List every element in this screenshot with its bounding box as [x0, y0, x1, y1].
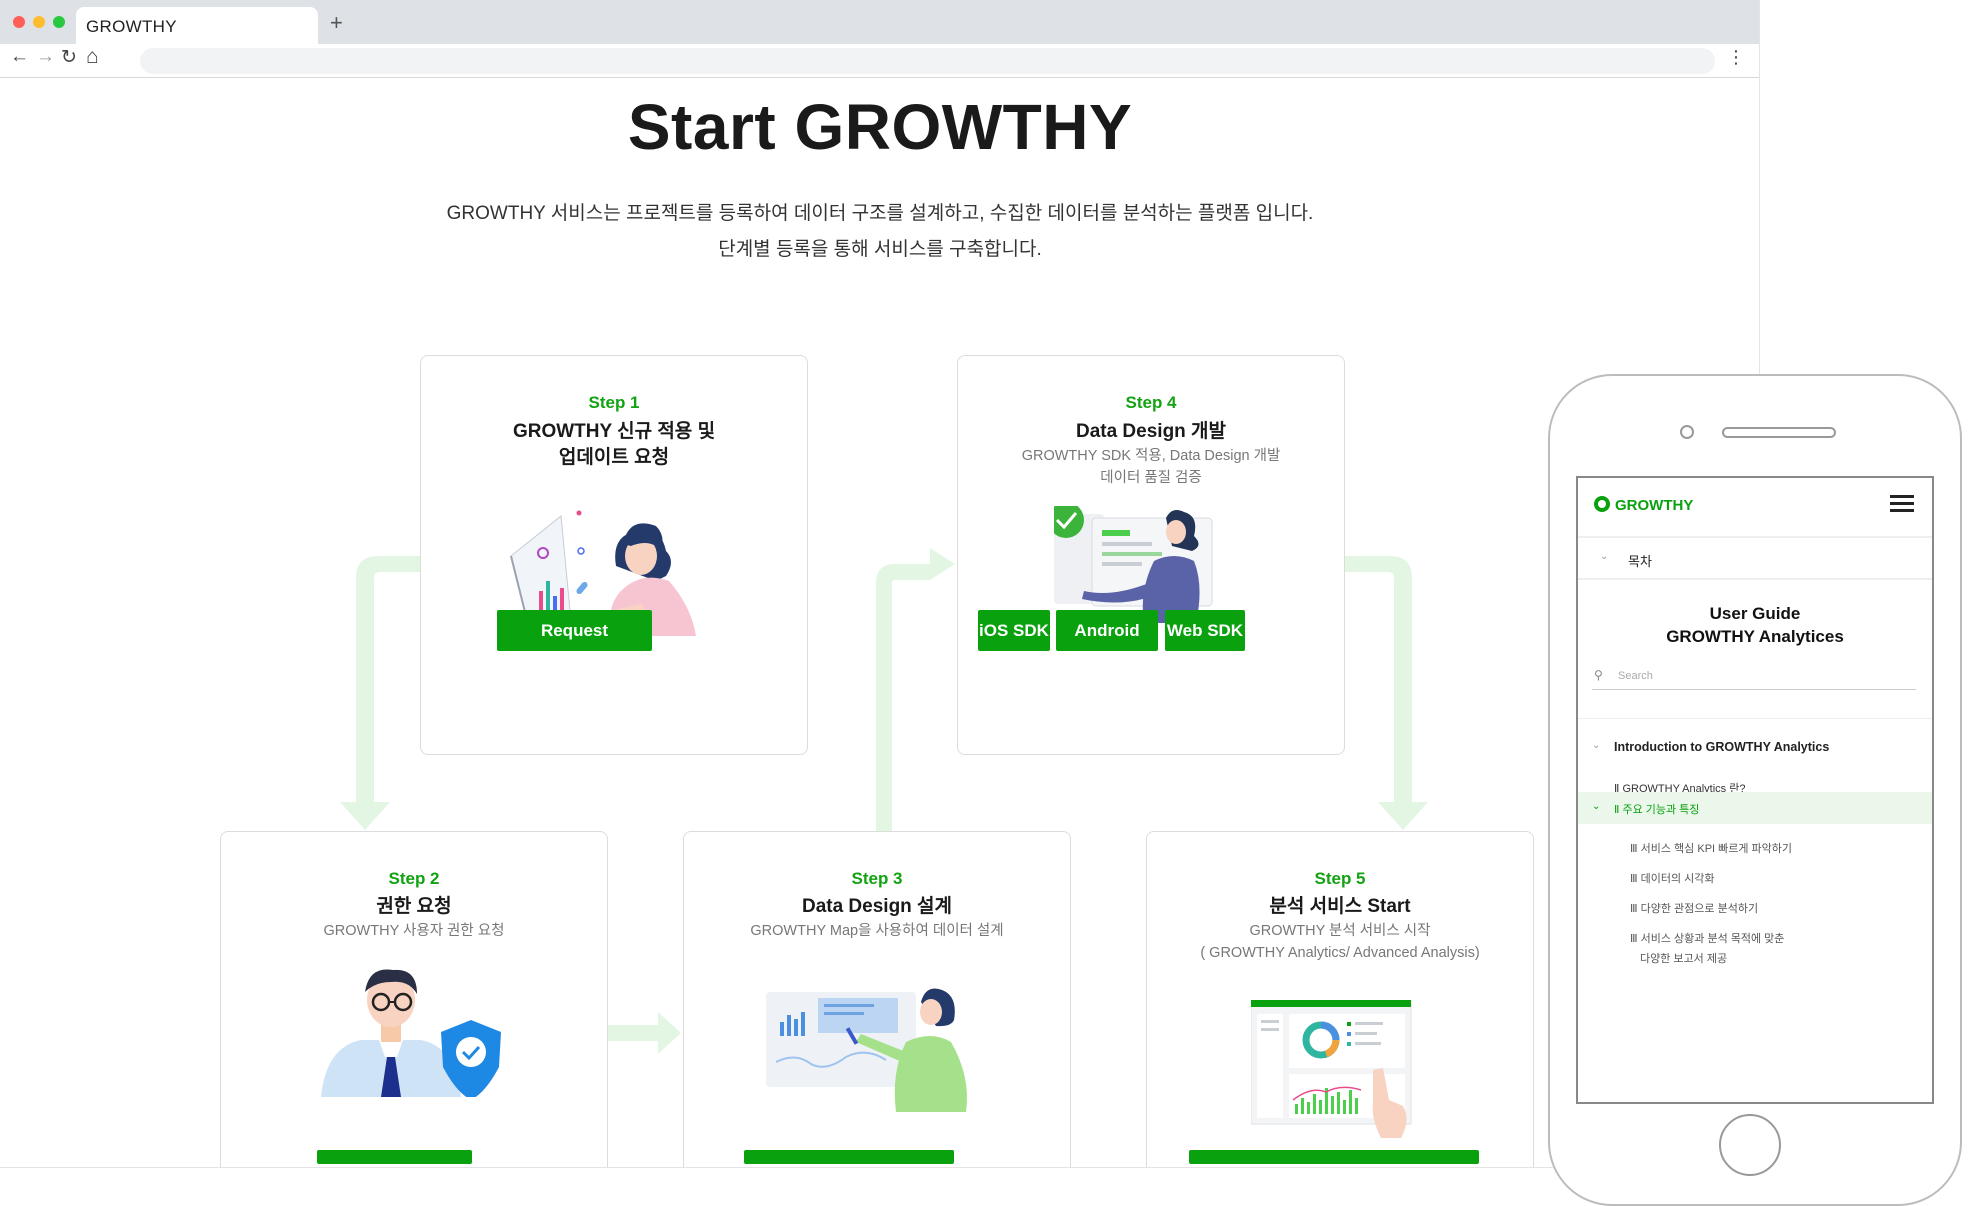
- browser-window: GROWTHY + ← → ↻ ⌂ ⋮ Start GROWTHY GROWTH…: [0, 0, 1760, 1168]
- step2-action-button[interactable]: [317, 1150, 472, 1164]
- phone-screen: GROWTHY ⌄ 목차 User Guide GROWTHY Analytic…: [1576, 476, 1934, 1104]
- phone-mockup: GROWTHY ⌄ 목차 User Guide GROWTHY Analytic…: [1548, 374, 1962, 1206]
- step1-card: Step 1 GROWTHY 신규 적용 및 업데이트 요청 Request: [420, 355, 808, 755]
- phone-home-button: [1719, 1114, 1781, 1176]
- section-chevron-icon: ⌄: [1592, 740, 1601, 751]
- guide-title-line2: GROWTHY Analytices: [1666, 627, 1844, 646]
- toc-item-reports-line2[interactable]: 다양한 보고서 제공: [1640, 950, 1727, 966]
- home-icon[interactable]: ⌂: [86, 45, 99, 69]
- close-window-button[interactable]: [13, 16, 25, 28]
- forward-icon[interactable]: →: [36, 46, 55, 68]
- active-item-chevron-icon: ⌄: [1592, 801, 1601, 812]
- step4-label: Step 4: [1125, 393, 1177, 412]
- growthy-logo-text: GROWTHY: [1615, 497, 1694, 514]
- growthy-logo[interactable]: GROWTHY: [1594, 496, 1693, 514]
- toc-item-reports-line1[interactable]: Ⅲ 서비스 상황과 분석 목적에 맞춘: [1630, 930, 1784, 946]
- maximize-window-button[interactable]: [53, 16, 65, 28]
- ios-sdk-button[interactable]: iOS SDK: [978, 610, 1050, 651]
- toc-chevron-icon: ⌄: [1600, 551, 1609, 562]
- step4-subtitle-line2: 데이터 품질 검증: [1100, 470, 1202, 486]
- phone-speaker: [1722, 427, 1836, 438]
- toc-item-visualization[interactable]: Ⅲ 데이터의 시각화: [1630, 870, 1715, 886]
- toc-item-perspectives[interactable]: Ⅲ 다양한 관점으로 분석하기: [1630, 900, 1758, 916]
- header-divider: [1578, 536, 1932, 538]
- step1-title-line2: 업데이트 요청: [558, 447, 670, 468]
- data-design-illustration: [766, 988, 967, 1112]
- step4-card: Step 4 Data Design 개발 GROWTHY SDK 적용, Da…: [957, 355, 1345, 755]
- step1-label: Step 1: [588, 393, 640, 412]
- new-tab-button[interactable]: +: [330, 10, 343, 36]
- search-icon: ⚲: [1594, 668, 1603, 682]
- request-button[interactable]: Request: [497, 610, 652, 651]
- search-input[interactable]: ⚲ Search: [1592, 664, 1916, 690]
- step3-label: Step 3: [851, 869, 903, 888]
- toc-divider: [1578, 578, 1932, 580]
- toc-item-features[interactable]: Ⅱ 주요 기능과 특징: [1614, 801, 1699, 817]
- step5-card: Step 5 분석 서비스 Start GROWTHY 분석 서비스 시작 ( …: [1146, 831, 1534, 1167]
- arrow-step1-to-step2: [340, 556, 420, 830]
- page-content: Start GROWTHY GROWTHY 서비스는 프로젝트를 등록하여 데이…: [0, 78, 1759, 1167]
- minimize-window-button[interactable]: [33, 16, 45, 28]
- toc-item-kpi[interactable]: Ⅲ 서비스 핵심 KPI 빠르게 파악하기: [1630, 840, 1792, 856]
- back-icon[interactable]: ←: [10, 46, 29, 68]
- section-introduction[interactable]: Introduction to GROWTHY Analytics: [1614, 740, 1829, 754]
- step2-subtitle: GROWTHY 사용자 권한 요청: [323, 923, 505, 939]
- step2-card: Step 2 권한 요청 GROWTHY 사용자 권한 요청: [220, 831, 608, 1167]
- step2-label: Step 2: [388, 869, 440, 888]
- step5-title: 분석 서비스 Start: [1269, 896, 1411, 917]
- sdk-illustration: [1054, 506, 1213, 623]
- android-sdk-button[interactable]: Android SDK: [1056, 610, 1158, 681]
- analytics-illustration: [1251, 1000, 1412, 1138]
- arrow-step3-to-step4: [876, 548, 955, 832]
- tab-bar: GROWTHY +: [0, 0, 1759, 44]
- step3-subtitle: GROWTHY Map을 사용하여 데이터 설계: [750, 923, 1004, 939]
- step2-title: 권한 요청: [376, 896, 452, 917]
- search-divider: [1578, 718, 1932, 719]
- arrow-step4-to-step5: [1345, 556, 1428, 830]
- step4-title: Data Design 개발: [1075, 421, 1227, 442]
- step3-card: Step 3 Data Design 설계 GROWTHY Map을 사용하여 …: [683, 831, 1071, 1167]
- browser-menu-icon[interactable]: ⋮: [1727, 47, 1745, 68]
- reload-icon[interactable]: ↻: [61, 46, 77, 69]
- growthy-logo-icon: [1594, 496, 1610, 512]
- step3-title: Data Design 설계: [801, 896, 953, 917]
- phone-camera: [1680, 425, 1694, 439]
- permission-illustration: [321, 969, 501, 1097]
- step3-action-button[interactable]: [744, 1150, 954, 1164]
- step4-subtitle-line1: GROWTHY SDK 적용, Data Design 개발: [1021, 448, 1281, 464]
- arrow-step2-to-step3: [608, 1012, 681, 1054]
- step5-subtitle-line1: GROWTHY 분석 서비스 시작: [1249, 923, 1431, 939]
- hamburger-menu-icon[interactable]: [1890, 495, 1914, 513]
- tab-growthy[interactable]: GROWTHY: [76, 7, 318, 44]
- step5-action-button[interactable]: [1189, 1150, 1479, 1164]
- step5-subtitle-line2: ( GROWTHY Analytics/ Advanced Analysis): [1200, 945, 1480, 961]
- screenshot: GROWTHY + ← → ↻ ⌂ ⋮ Start GROWTHY GROWTH…: [0, 0, 1970, 1206]
- search-placeholder: Search: [1618, 670, 1653, 682]
- step1-title-line1: GROWTHY 신규 적용 및: [512, 421, 716, 442]
- toc-toggle[interactable]: 목차: [1628, 551, 1652, 570]
- step5-label: Step 5: [1314, 869, 1366, 888]
- address-bar[interactable]: [140, 48, 1715, 74]
- navigation-bar: ← → ↻ ⌂ ⋮: [0, 44, 1759, 78]
- web-sdk-button[interactable]: Web SDK: [1165, 610, 1245, 651]
